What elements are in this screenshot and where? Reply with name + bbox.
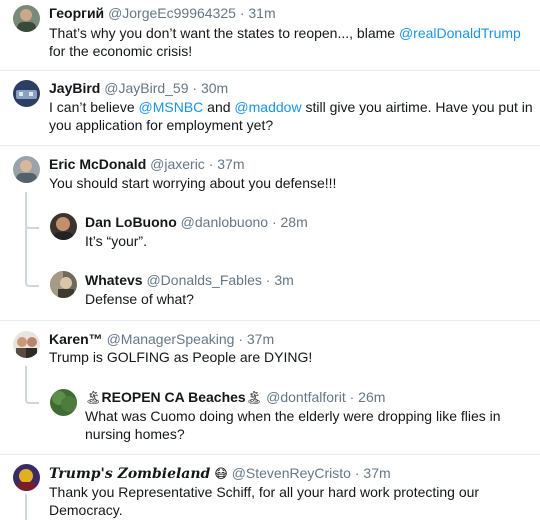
tweet-text: Thank you Representative Schiff, for all… [49,483,529,519]
thread-line [25,227,27,277]
author-handle[interactable]: @jaxeric [150,156,205,172]
author-name[interactable]: Karen™ [49,331,103,347]
avatar[interactable] [13,80,40,107]
author-name[interactable]: Dan LoBuono [85,214,177,230]
thread-line [25,366,27,394]
timestamp[interactable]: 31m [248,5,275,21]
tweet-text: What was Cuomo doing when the elderly we… [85,407,530,443]
separator-dot: · [238,331,243,347]
thread-line [25,494,27,520]
text-segment: and [203,99,235,115]
avatar[interactable] [13,156,40,183]
separator-dot: · [349,389,355,405]
avatar[interactable] [50,213,77,240]
tweet-text: I can’t believe @MSNBC and @maddow still… [49,98,534,134]
avatar[interactable] [50,389,77,416]
divider [0,320,540,321]
separator-dot: · [271,214,277,230]
separator-dot: · [192,80,198,96]
text-segment: What was Cuomo doing when the elderly we… [85,408,501,424]
text-segment: for the economic crisis! [49,43,193,59]
text-segment: Thank you Representative Schiff, for all… [49,484,480,500]
divider [0,145,540,146]
text-segment: still give you airtime. Have you put in [301,99,533,115]
avatar[interactable] [13,464,40,491]
author-handle[interactable]: @StevenReyCristo [232,465,351,481]
text-segment: Trump is GOLFING as People are DYING! [49,349,313,365]
author-handle[interactable]: @Donalds_Fables [146,272,261,288]
author-name[interactable]: Whatevs [85,272,143,288]
thread-line [25,192,27,219]
divider [0,70,540,71]
mention-link[interactable]: @MSNBC [139,99,204,115]
text-segment: It’s “your”. [85,233,147,249]
mention-link[interactable]: @realDonaldTrump [399,25,521,41]
divider [0,454,540,455]
timestamp[interactable]: 37m [363,465,390,481]
author-name[interactable]: JayBird [49,80,100,96]
text-segment: nursing homes? [85,426,185,442]
text-segment: You should start worrying about you defe… [49,175,337,191]
thread-connector [25,394,39,404]
avatar[interactable] [13,331,40,358]
text-segment: Democracy. [49,502,123,518]
separator-dot: · [354,465,360,481]
separator-dot: · [265,272,271,288]
timestamp[interactable]: 30m [201,80,228,96]
timestamp[interactable]: 3m [274,272,293,288]
timestamp[interactable]: 26m [358,389,385,405]
author-name[interactable]: Trump's Zombieland [49,466,210,482]
author-handle[interactable]: @JorgeEc99964325 [108,5,236,21]
timestamp[interactable]: 37m [247,331,274,347]
tweet-text: It’s “your”. [85,232,525,250]
avatar[interactable] [50,271,77,298]
author-handle[interactable]: @ManagerSpeaking [107,331,235,347]
author-name[interactable]: Eric McDonald [49,156,146,172]
mask-face-icon: 😷 [214,467,228,482]
tweet-text: Trump is GOLFING as People are DYING! [49,348,529,366]
timestamp[interactable]: 28m [281,214,308,230]
tweet-text: You should start worrying about you defe… [49,174,529,192]
text-segment: I can’t believe [49,99,139,115]
tweet-text: That’s why you don’t want the states to … [49,24,529,60]
text-segment: That’s why you don’t want the states to … [49,25,399,41]
separator-dot: · [239,5,245,21]
author-handle[interactable]: @danlobuono [181,214,268,230]
author-name[interactable]: REOPEN CA Beaches [102,389,246,405]
thread-connector [25,219,39,229]
timestamp[interactable]: 37m [217,156,244,172]
avatar[interactable] [13,5,40,32]
separator-dot: · [208,156,214,172]
author-name[interactable]: Георгий [49,5,104,21]
author-handle[interactable]: @dontfalforit [266,389,346,405]
tweet-text: Defense of what? [85,290,525,308]
island-icon: 🏝 [85,391,102,406]
text-segment: Defense of what? [85,291,194,307]
thread-connector [25,277,39,287]
author-handle[interactable]: @JayBird_59 [104,80,188,96]
text-segment: you application for employment yet? [49,117,274,133]
mention-link[interactable]: @maddow [234,99,301,115]
island-icon: 🏝 [245,391,263,406]
